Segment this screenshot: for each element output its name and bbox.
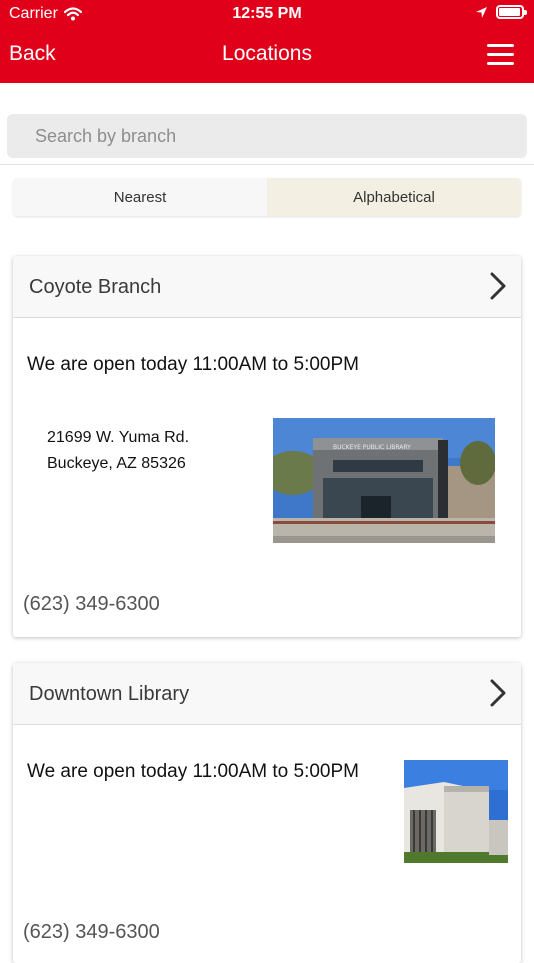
status-time: 12:55 PM <box>232 5 302 22</box>
location-photo: BUCKEYE PUBLIC LIBRARY <box>273 418 495 543</box>
tab-alphabetical[interactable]: Alphabetical <box>267 178 521 216</box>
address-line-2: Buckeye, AZ 85326 <box>47 455 186 472</box>
address-line-1: 21699 W. Yuma Rd. <box>47 429 190 446</box>
page-title: Locations <box>222 42 312 65</box>
search-input[interactable] <box>7 114 527 158</box>
sort-segmented-control: Nearest Alphabetical <box>13 178 521 216</box>
hamburger-menu-icon[interactable] <box>487 44 514 66</box>
chevron-right-icon <box>490 679 506 707</box>
location-card-header[interactable]: Downtown Library <box>13 663 521 725</box>
tab-nearest[interactable]: Nearest <box>13 178 267 216</box>
location-hours: We are open today 11:00AM to 5:00PM <box>27 354 359 375</box>
search-section <box>0 83 534 165</box>
location-card-header[interactable]: Coyote Branch <box>13 256 521 318</box>
chevron-right-icon <box>490 272 506 300</box>
location-arrow-icon <box>476 6 487 18</box>
battery-icon <box>496 5 527 19</box>
location-phone[interactable]: (623) 349-6300 <box>23 593 160 616</box>
location-photo <box>404 760 508 863</box>
location-address: 21699 W. Yuma Rd. Buckeye, AZ 85326 <box>47 425 189 477</box>
navigation-bar: Back Locations <box>0 28 534 83</box>
library-photo-image: BUCKEYE PUBLIC LIBRARY <box>273 418 495 543</box>
library-photo-image <box>404 760 508 863</box>
location-card: Coyote Branch We are open today 11:00AM … <box>13 256 521 637</box>
library-sign-text: BUCKEYE PUBLIC LIBRARY <box>333 444 411 451</box>
status-bar: Carrier 12:55 PM <box>0 0 534 28</box>
battery-level <box>499 8 520 16</box>
location-card: Downtown Library We are open today 11:00… <box>13 663 521 963</box>
location-phone[interactable]: (623) 349-6300 <box>23 921 160 944</box>
location-hours: We are open today 11:00AM to 5:00PM <box>27 761 359 782</box>
status-right <box>475 5 527 19</box>
location-name: Downtown Library <box>29 683 190 705</box>
location-name: Coyote Branch <box>29 276 162 298</box>
